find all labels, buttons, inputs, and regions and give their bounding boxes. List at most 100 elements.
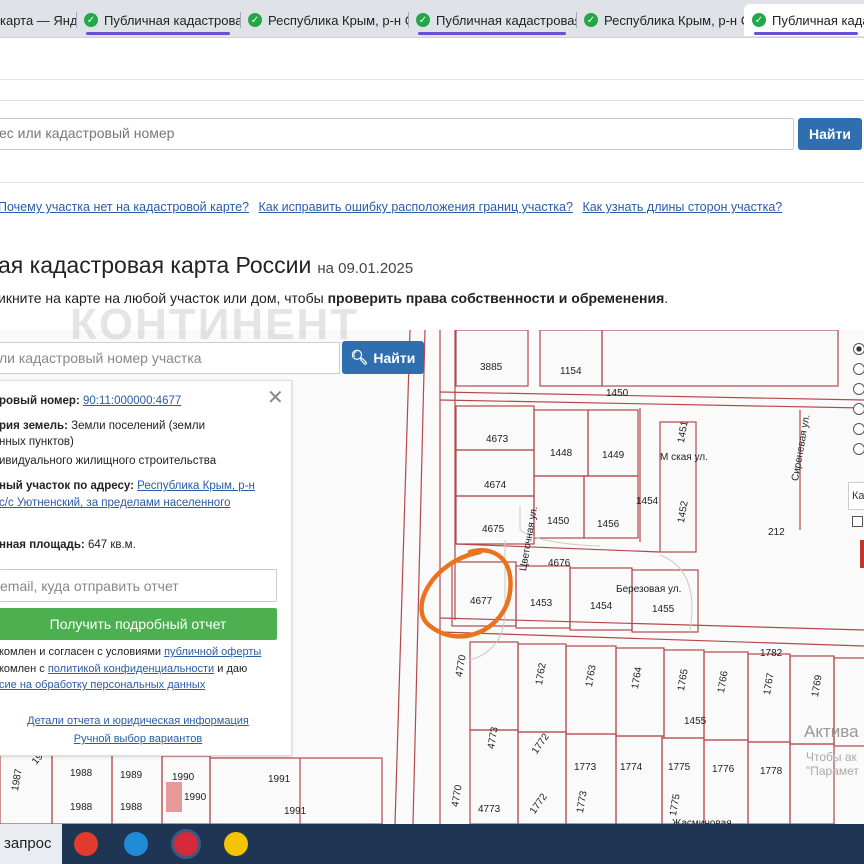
agree-privacy-text: комлен с xyxy=(0,663,48,675)
parcel-number-label: 1453 xyxy=(530,598,553,609)
layer-radio[interactable] xyxy=(853,423,864,435)
side-action-button[interactable] xyxy=(860,540,864,568)
area-value: 647 кв.м. xyxy=(87,539,136,551)
parcel-number-label: 1154 xyxy=(560,366,582,377)
cadastral-number-row: ровый номер: 90:11:000000:4677 xyxy=(0,394,181,409)
help-links: Почему участка нет на кадастровой карте?… xyxy=(0,200,788,214)
parcel-number-label: 212 xyxy=(768,527,785,538)
close-icon[interactable]: ✕ xyxy=(267,385,284,410)
report-details-link[interactable]: Детали отчета и юридическая информация xyxy=(27,715,249,727)
highlight-circle xyxy=(419,548,513,639)
tab-cadastral-1[interactable]: ✓ Публичная кадастровая xyxy=(76,4,240,36)
tab-yandex-map[interactable]: карта — Янд xyxy=(0,4,76,36)
parcel-number-label: 1775 xyxy=(668,762,691,773)
layer-select[interactable]: Ка xyxy=(848,482,864,510)
yandex-market-icon[interactable] xyxy=(224,832,248,856)
agree-data: сие на обработку персональных данных xyxy=(0,678,205,693)
parcel-number-label: 1449 xyxy=(602,450,625,461)
parcel-number-label: 4675 xyxy=(482,524,505,535)
parcel-number-label: 1454 xyxy=(590,601,613,612)
tab-label: карта — Янд xyxy=(0,12,76,28)
activation-line1: Чтобы ак xyxy=(806,750,857,764)
layer-radio[interactable] xyxy=(853,363,864,375)
cadastral-number-link[interactable]: 90:11:000000:4677 xyxy=(83,395,181,407)
street-name-label: Березовая ул. xyxy=(616,584,682,595)
parcel-number-label: 4673 xyxy=(486,434,509,445)
parcel-number-label: 1455 xyxy=(684,716,707,727)
land-category-row: рия земель: Земли поселений (земли xyxy=(0,419,205,434)
get-report-button[interactable]: Получить подробный отчет xyxy=(0,608,277,640)
public-offer-link[interactable]: публичной оферты xyxy=(164,646,261,658)
land-category-value: Земли поселений (земли xyxy=(71,420,205,432)
help-link-missing-parcel[interactable]: Почему участка нет на кадастровой карте? xyxy=(0,200,249,214)
agree-offer-text: комлен и согласен с условиями xyxy=(0,646,165,658)
help-link-fix-boundaries[interactable]: Как исправить ошибку расположения границ… xyxy=(258,200,572,214)
cadastral-number-label: ровый номер: xyxy=(0,395,80,407)
tab-cadastral-active[interactable]: ✓ Публичная кадастровая xyxy=(744,4,864,36)
address-label: ный участок по адресу: xyxy=(0,480,134,492)
parcel-number-label: 1450 xyxy=(606,388,629,399)
site-header xyxy=(0,38,864,80)
parcel-number-label: 1773 xyxy=(574,762,597,773)
parcel-number-label: 1989 xyxy=(120,770,143,781)
layer-radio[interactable] xyxy=(853,343,864,355)
parcel-number-label: 1448 xyxy=(550,448,573,459)
windows-activation-text: Чтобы ак "Парамет xyxy=(806,750,859,778)
parcel-search-button[interactable]: 🔍︎ Найти xyxy=(342,341,424,374)
search-placeholder: ес или кадастровый номер xyxy=(0,125,175,141)
help-link-side-lengths[interactable]: Как узнать длины сторон участка? xyxy=(582,200,782,214)
yandex-browser-icon[interactable] xyxy=(74,832,98,856)
parcel-number-label: 1991 xyxy=(268,774,291,785)
browser-tab-strip: карта — Янд ✓ Публичная кадастровая ✓ Ре… xyxy=(0,0,864,38)
parcel-number-label: 1988 xyxy=(120,802,143,813)
address-link[interactable]: Республика Крым, р-н xyxy=(137,480,255,492)
parcel-number-label: 4676 xyxy=(548,558,571,569)
parcel-number-label: 4677 xyxy=(470,596,493,607)
agree-privacy: комлен с политикой конфиденциальности и … xyxy=(0,662,247,677)
instruction-end: . xyxy=(664,290,669,306)
taskbar-search[interactable]: запрос xyxy=(0,824,62,864)
page-title-text: ая кадастровая карта России xyxy=(0,252,312,278)
activation-line2: "Парамет xyxy=(806,764,859,778)
manual-selection-link[interactable]: Ручной выбор вариантов xyxy=(74,733,202,745)
land-category-line2: нных пунктов) xyxy=(0,436,74,448)
tab-label: Публичная кадастровая xyxy=(104,12,240,28)
layer-radio[interactable] xyxy=(853,383,864,395)
search-button[interactable]: Найти xyxy=(798,118,862,150)
privacy-policy-link[interactable]: политикой конфиденциальности xyxy=(48,663,214,675)
land-category-label: рия земель: xyxy=(0,420,68,432)
check-icon: ✓ xyxy=(584,13,598,27)
layer-radio[interactable] xyxy=(853,443,864,455)
tab-group-underline xyxy=(754,32,858,35)
divider xyxy=(0,100,864,101)
parcel-number-label: 1988 xyxy=(70,768,93,779)
layer-radio[interactable] xyxy=(853,403,864,415)
email-placeholder: email, куда отправить отчет xyxy=(0,578,179,594)
tab-label: Публичная кадастровая xyxy=(436,12,576,28)
tab-cadastral-2[interactable]: ✓ Публичная кадастровая xyxy=(408,4,576,36)
address-link-line2[interactable]: с/с Уютненский, за пределами населенного xyxy=(0,497,230,509)
edge-icon[interactable] xyxy=(124,832,148,856)
tab-label: Республика Крым, р-н Са xyxy=(604,12,744,28)
parcel-number-label: 3885 xyxy=(480,362,503,373)
parcel-number-label: 1455 xyxy=(652,604,675,615)
parcel-number-label: 1782 xyxy=(760,648,783,659)
check-icon: ✓ xyxy=(84,13,98,27)
opera-icon[interactable] xyxy=(174,832,198,856)
parcel-number-label: 1774 xyxy=(620,762,643,773)
parcel-search-input[interactable]: ли кадастровый номер участка xyxy=(0,342,340,374)
address-search-row: ес или кадастровый номер Найти xyxy=(0,116,864,152)
address-search-input[interactable]: ес или кадастровый номер xyxy=(0,118,794,150)
tab-crimea-1[interactable]: ✓ Республика Крым, р-н Са xyxy=(240,4,408,36)
page-title: ая кадастровая карта России на 09.01.2025 xyxy=(0,252,413,279)
manual-row: Ручной выбор вариантов xyxy=(0,733,277,745)
tab-crimea-2[interactable]: ✓ Республика Крым, р-н Са xyxy=(576,4,744,36)
os-taskbar: запрос xyxy=(0,824,864,864)
parcel-number-label: 1991 xyxy=(284,806,307,817)
personal-data-link[interactable]: сие на обработку персональных данных xyxy=(0,679,205,691)
layer-checkbox[interactable] xyxy=(852,516,863,527)
email-field[interactable]: email, куда отправить отчет xyxy=(0,569,277,602)
street-name-label: М ская ул. xyxy=(660,452,708,463)
land-use-line: ивидуального жилищного строительства xyxy=(0,455,217,467)
layer-radio-group xyxy=(846,343,864,463)
